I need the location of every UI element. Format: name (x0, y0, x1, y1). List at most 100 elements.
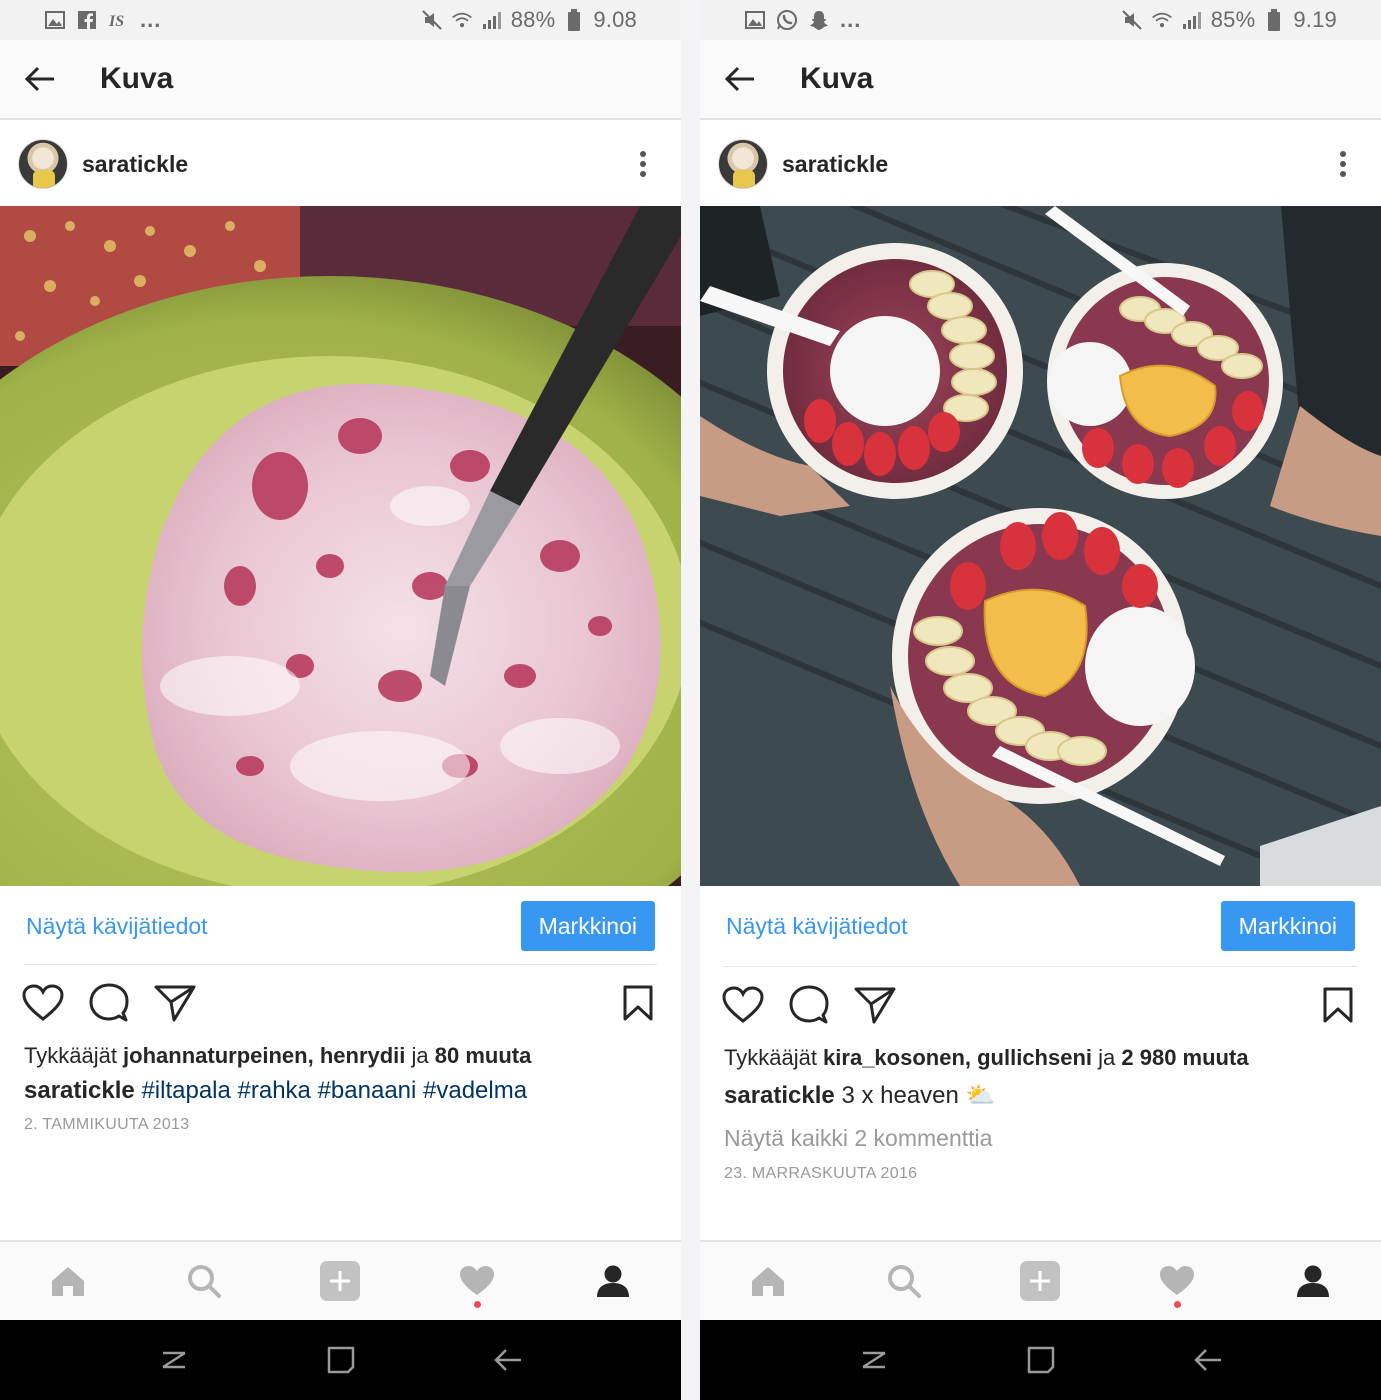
post-caption: saratickle 3 x heaven ⛅ (724, 1081, 995, 1110)
share-button[interactable] (152, 980, 198, 1026)
more-vertical-icon (1340, 151, 1346, 177)
mute-icon (1121, 9, 1143, 31)
send-icon (854, 987, 896, 1024)
likers[interactable]: kira_kosonen, gullichseni (823, 1045, 1092, 1070)
tab-activity[interactable] (1137, 1246, 1217, 1316)
app-header: Kuva (0, 40, 681, 120)
insights-row: Näytä kävijätiedot Markkinoi (700, 886, 1381, 966)
view-all-comments-link[interactable]: Näytä kaikki 2 kommenttia (724, 1125, 992, 1152)
notification-dot (473, 1301, 481, 1308)
save-button[interactable] (615, 980, 661, 1026)
system-back-button[interactable] (1178, 1330, 1238, 1390)
mute-icon (421, 9, 443, 31)
likes-summary[interactable]: Tykkääjät johannaturpeinen, henrydii ja … (24, 1043, 531, 1069)
avatar[interactable] (718, 139, 768, 189)
hashtag[interactable]: #banaani (318, 1077, 417, 1104)
tab-profile[interactable] (1273, 1246, 1353, 1316)
post-header: saratickle (0, 122, 681, 206)
comment-button[interactable] (786, 982, 832, 1028)
battery-icon (563, 9, 585, 31)
post-caption: saratickle #iltapala #rahka #banaani #va… (24, 1077, 527, 1105)
recent-apps-button[interactable] (144, 1330, 204, 1390)
post-actions (0, 968, 681, 1038)
phone-screen-left: IS ... 88% 9.08 Kuva saratickle Näytä kä… (0, 0, 681, 1400)
caption-username[interactable]: saratickle (24, 1077, 135, 1104)
post-username[interactable]: saratickle (782, 151, 888, 178)
likes-and: ja (1092, 1045, 1122, 1070)
tab-search[interactable] (864, 1246, 944, 1316)
back-button[interactable] (700, 39, 780, 119)
snapchat-icon (808, 9, 830, 31)
divider (24, 964, 657, 965)
comment-icon (89, 983, 129, 1022)
post-options-button[interactable] (623, 144, 663, 184)
app-header: Kuva (700, 40, 1381, 120)
tab-new-post[interactable] (1000, 1246, 1080, 1316)
search-icon (188, 1265, 222, 1298)
caption-username[interactable]: saratickle (724, 1082, 835, 1109)
search-icon (888, 1265, 922, 1298)
likes-and: ja (405, 1043, 435, 1068)
tab-activity[interactable] (437, 1246, 517, 1316)
recent-apps-icon (161, 1351, 186, 1369)
post-photo[interactable] (700, 206, 1381, 886)
heart-icon (22, 984, 64, 1021)
more-notifications: ... (840, 7, 862, 32)
promote-button[interactable]: Markkinoi (520, 901, 655, 951)
post-photo[interactable] (0, 206, 681, 886)
image-icon (744, 9, 766, 31)
heart-icon (722, 986, 764, 1023)
wifi-icon (1151, 9, 1173, 31)
avatar[interactable] (18, 139, 68, 189)
share-button[interactable] (852, 982, 898, 1028)
view-insights-link[interactable]: Näytä kävijätiedot (726, 913, 908, 940)
home-button[interactable] (311, 1330, 371, 1390)
tab-home[interactable] (728, 1246, 808, 1316)
post-date: 2. TAMMIKUUTA 2013 (24, 1116, 190, 1133)
status-bar: ... 85% 9.19 (700, 0, 1381, 40)
system-nav-bar (0, 1320, 681, 1400)
tab-new-post[interactable] (300, 1246, 380, 1316)
whatsapp-icon (776, 9, 798, 31)
post-actions (700, 970, 1381, 1040)
hashtag[interactable]: #rahka (238, 1077, 311, 1104)
likes-others[interactable]: 2 980 muuta (1121, 1045, 1248, 1070)
back-button[interactable] (0, 39, 80, 119)
post-options-button[interactable] (1323, 144, 1363, 184)
promote-button[interactable]: Markkinoi (1220, 901, 1355, 951)
wifi-icon (451, 9, 473, 31)
home-icon (52, 1267, 85, 1296)
system-back-icon (1193, 1349, 1221, 1371)
likes-others[interactable]: 80 muuta (435, 1043, 532, 1068)
tab-home[interactable] (28, 1246, 108, 1316)
comment-button[interactable] (86, 980, 132, 1026)
recent-apps-button[interactable] (844, 1330, 904, 1390)
save-button[interactable] (1315, 982, 1361, 1028)
home-icon (752, 1267, 785, 1296)
home-square-icon (1027, 1346, 1054, 1374)
post-username[interactable]: saratickle (82, 151, 188, 178)
sun-cloud-emoji: ⛅ (965, 1082, 996, 1109)
like-button[interactable] (20, 980, 66, 1026)
home-button[interactable] (1011, 1330, 1071, 1390)
hashtag[interactable]: #vadelma (423, 1077, 527, 1104)
tab-profile[interactable] (573, 1246, 653, 1316)
add-post-icon (320, 1261, 361, 1301)
facebook-icon (76, 9, 98, 31)
tab-search[interactable] (164, 1246, 244, 1316)
view-insights-link[interactable]: Näytä kävijätiedot (26, 913, 208, 940)
system-back-button[interactable] (478, 1330, 538, 1390)
likes-summary[interactable]: Tykkääjät kira_kosonen, gullichseni ja 2… (724, 1045, 1249, 1071)
hashtag[interactable]: #iltapala (141, 1077, 230, 1104)
insights-row: Näytä kävijätiedot Markkinoi (0, 886, 681, 966)
bottom-tab-bar (700, 1240, 1381, 1320)
page-title: Kuva (800, 62, 874, 95)
add-post-icon (1020, 1261, 1061, 1301)
status-bar: IS ... 88% 9.08 (0, 0, 681, 40)
battery-icon (1263, 9, 1285, 31)
clock: 9.08 (593, 7, 637, 32)
notification-dot (1173, 1301, 1181, 1308)
heart-filled-icon (459, 1266, 494, 1295)
like-button[interactable] (720, 982, 766, 1028)
likers[interactable]: johannaturpeinen, henrydii (123, 1043, 405, 1068)
